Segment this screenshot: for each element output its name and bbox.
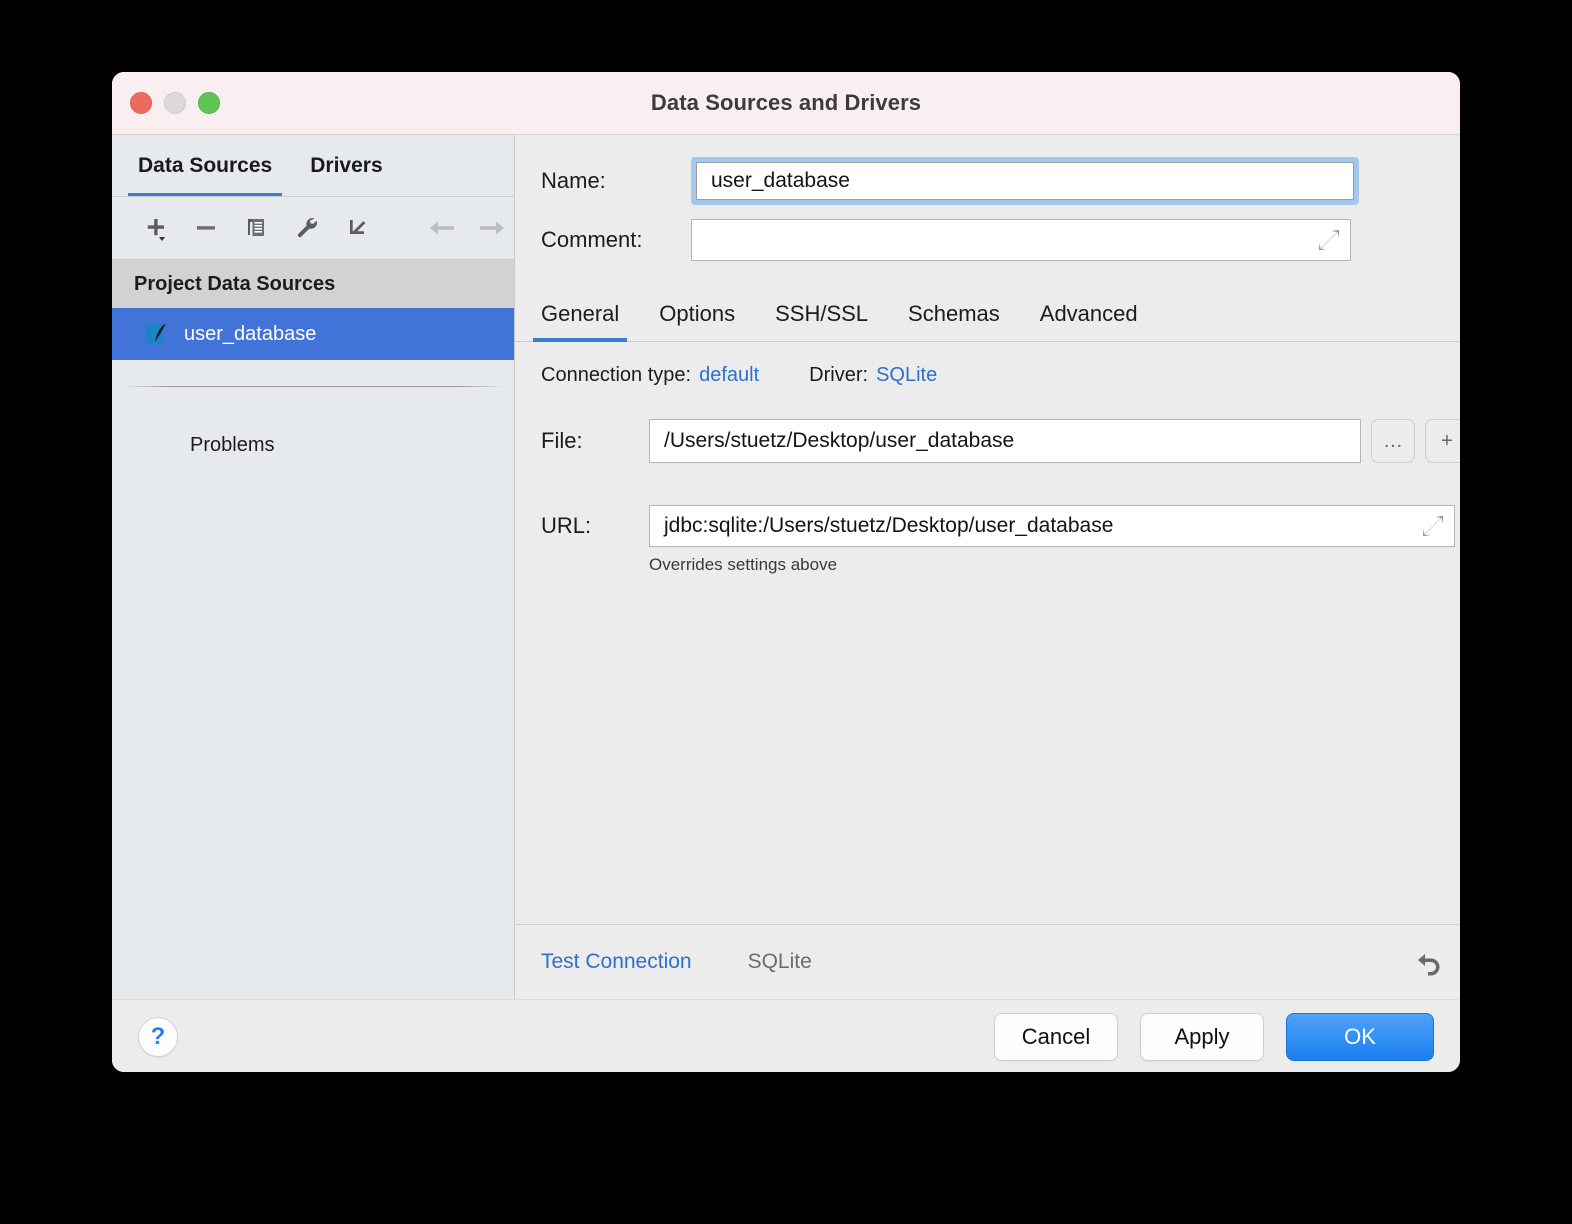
problems-label: Problems: [190, 433, 275, 456]
url-hint: Overrides settings above: [649, 555, 838, 574]
connection-type-value[interactable]: default: [699, 364, 759, 387]
comment-label: Comment:: [541, 227, 643, 252]
tab-advanced[interactable]: Advanced: [1040, 301, 1138, 341]
connection-info-row: Connection type: default Driver: SQLite: [515, 364, 1460, 387]
sidebar-tabs-divider: [112, 196, 514, 197]
navigate-back-button[interactable]: [420, 207, 464, 249]
add-data-source-button[interactable]: [134, 207, 178, 249]
main-panel: Name: user_database Comment: General Opt…: [515, 135, 1460, 999]
window-title: Data Sources and Drivers: [650, 90, 922, 115]
tab-options[interactable]: Options: [659, 301, 735, 341]
name-input[interactable]: user_database: [696, 162, 1354, 200]
sidebar: Data Sources Drivers Project Data Source…: [112, 135, 515, 999]
file-input[interactable]: /Users/stuetz/Desktop/user_database: [649, 419, 1361, 463]
url-row: URL: jdbc:sqlite:/Users/stuetz/Desktop/u…: [515, 505, 1460, 547]
tab-general[interactable]: General: [532, 301, 628, 342]
tab-schemas[interactable]: Schemas: [908, 301, 1000, 341]
properties-wrench-button[interactable]: [285, 207, 329, 249]
remove-data-source-button[interactable]: [184, 207, 228, 249]
navigate-forward-button[interactable]: [470, 207, 514, 249]
file-label: File:: [541, 428, 583, 453]
tab-data-sources[interactable]: Data Sources: [127, 135, 283, 197]
window-titlebar: Data Sources and Drivers: [112, 72, 1460, 135]
name-row: Name: user_database: [515, 157, 1460, 544]
duplicate-data-source-button[interactable]: [234, 207, 278, 249]
sidebar-tabs: Data Sources Drivers: [112, 135, 514, 197]
url-label: URL:: [541, 513, 592, 538]
sidebar-item-user-database[interactable]: user_database: [112, 308, 514, 360]
settings-tabs: General Options SSH/SSL Schemas Advanced: [515, 287, 1460, 342]
comment-input[interactable]: [691, 219, 1351, 261]
url-input[interactable]: jdbc:sqlite:/Users/stuetz/Desktop/user_d…: [649, 505, 1455, 547]
expand-diagonal-icon[interactable]: [1422, 515, 1444, 537]
sidebar-toolbar: [112, 197, 514, 260]
sqlite-feather-icon: [144, 321, 170, 347]
apply-button[interactable]: Apply: [1140, 1013, 1264, 1061]
sidebar-item-problems[interactable]: Problems: [112, 419, 514, 471]
driver-status-label: SQLite: [747, 950, 812, 973]
name-label: Name:: [541, 168, 606, 193]
file-add-button[interactable]: +: [1425, 419, 1460, 463]
expand-diagonal-icon[interactable]: [1318, 229, 1340, 251]
tab-ssh-ssl[interactable]: SSH/SSL: [775, 301, 868, 341]
sidebar-item-label: user_database: [184, 322, 317, 345]
tab-drivers[interactable]: Drivers: [310, 135, 382, 197]
cancel-button[interactable]: Cancel: [994, 1013, 1118, 1061]
connection-type-label: Connection type:: [541, 364, 692, 386]
test-connection-link[interactable]: Test Connection: [541, 950, 692, 974]
settings-scroll-area: Name: user_database Comment: General Opt…: [515, 135, 1460, 924]
traffic-lights: [130, 92, 220, 114]
file-row: File: /Users/stuetz/Desktop/user_databas…: [515, 419, 1460, 463]
dialog-footer: ? Cancel Apply OK: [112, 999, 1460, 1072]
file-browse-button[interactable]: …: [1371, 419, 1415, 463]
name-field-focus-ring: user_database: [691, 157, 1453, 544]
zoom-window-button[interactable]: [198, 92, 220, 114]
comment-row: Comment:: [515, 219, 1460, 261]
ok-button[interactable]: OK: [1286, 1013, 1434, 1061]
minimize-window-button[interactable]: [164, 92, 186, 114]
connection-footer: Test Connection SQLite: [515, 924, 1460, 999]
help-button[interactable]: ?: [138, 1017, 178, 1057]
driver-label: Driver:: [809, 364, 869, 386]
dialog-body: Data Sources Drivers Project Data Source…: [112, 135, 1460, 999]
import-data-source-button[interactable]: [335, 207, 379, 249]
data-sources-dialog: Data Sources and Drivers Data Sources Dr…: [112, 72, 1460, 1072]
revert-arrow-icon[interactable]: [1411, 944, 1447, 980]
project-data-sources-header: Project Data Sources: [112, 260, 514, 308]
driver-value[interactable]: SQLite: [876, 364, 937, 387]
sidebar-divider: [122, 386, 504, 387]
close-window-button[interactable]: [130, 92, 152, 114]
